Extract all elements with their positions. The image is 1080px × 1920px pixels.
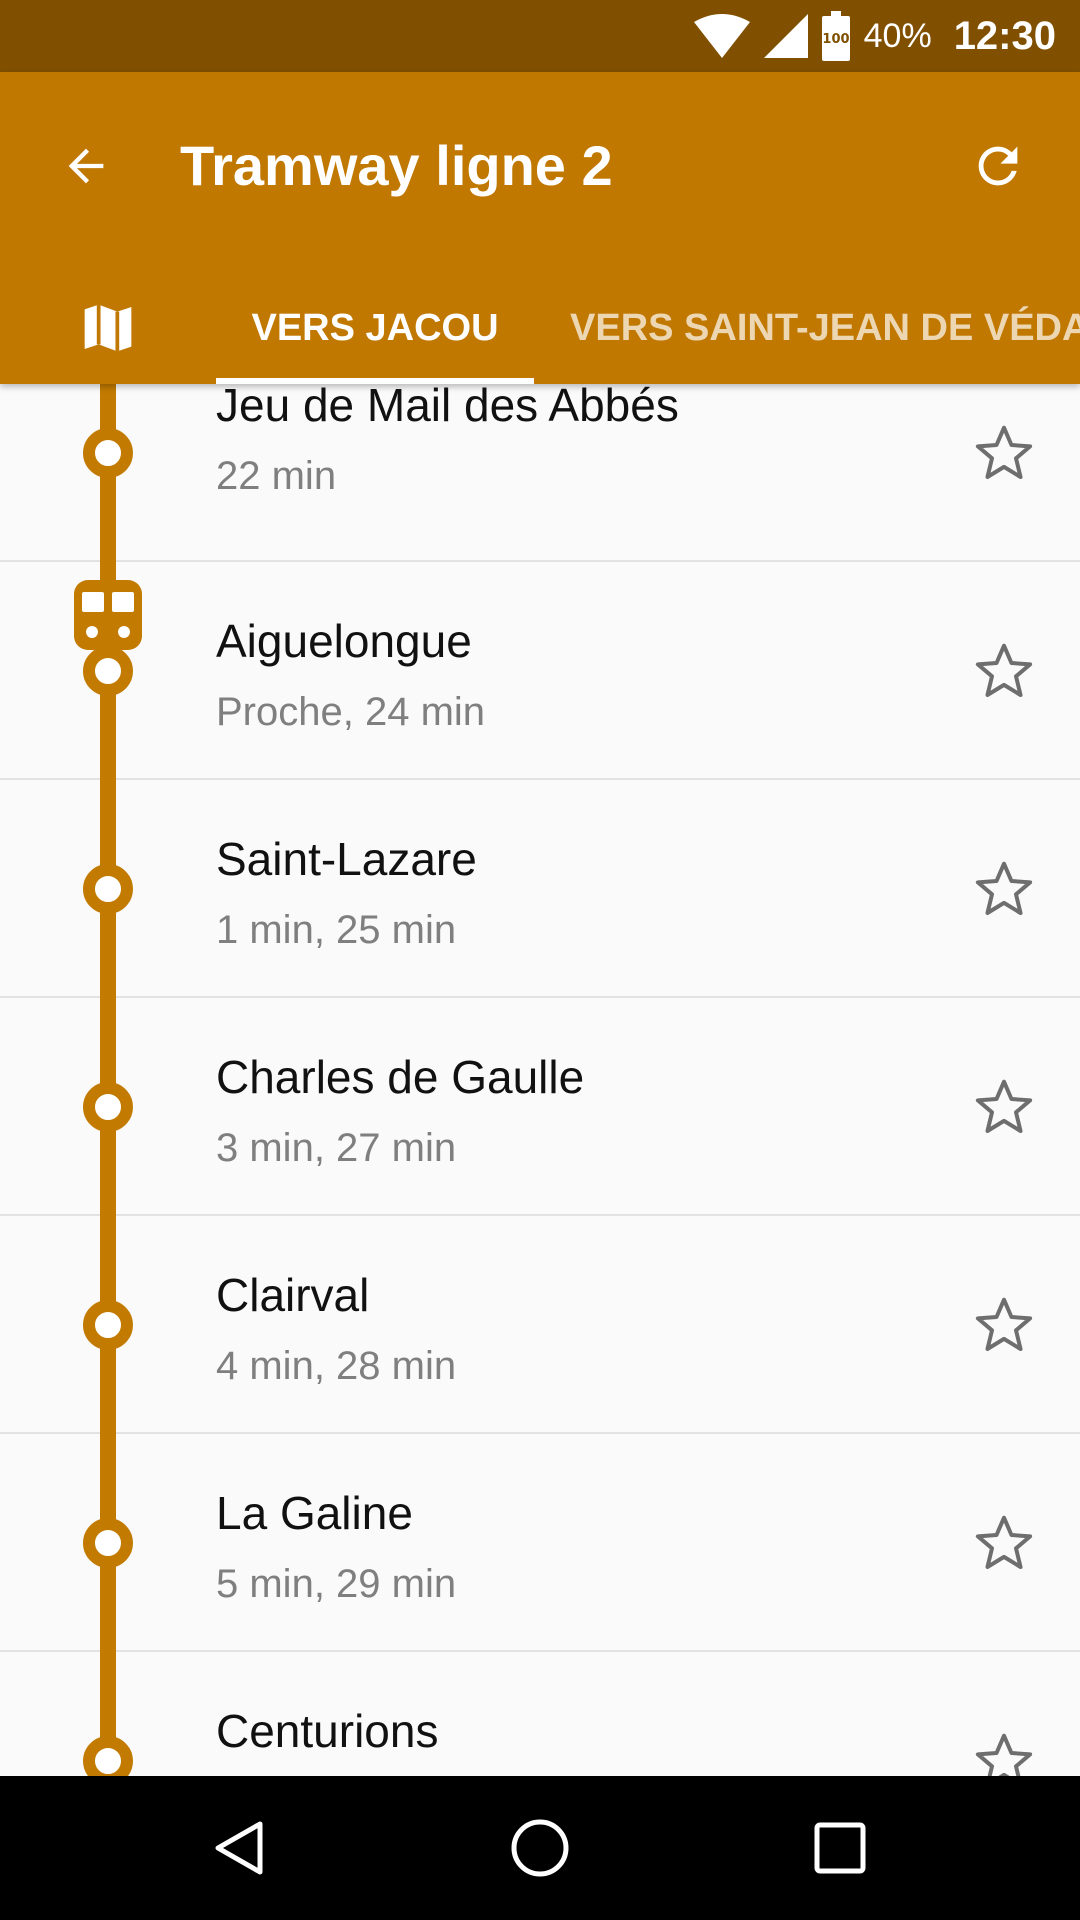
tab-map[interactable] <box>56 290 160 366</box>
star-outline-icon <box>975 861 1033 915</box>
nav-home-icon <box>511 1819 569 1877</box>
stop-name: Centurions <box>216 1705 439 1757</box>
list-item[interactable]: Saint-Lazare 1 min, 25 min <box>0 780 1080 998</box>
stop-times: 5 min, 29 min <box>216 1562 457 1606</box>
list-item[interactable]: Jeu de Mail des Abbés 22 min <box>0 384 1080 562</box>
favorite-button[interactable] <box>964 1285 1044 1365</box>
nav-recents-icon <box>814 1822 866 1874</box>
star-outline-icon <box>975 1297 1033 1351</box>
map-icon <box>84 304 132 352</box>
favorite-button[interactable] <box>964 1503 1044 1583</box>
favorite-button[interactable] <box>964 413 1044 493</box>
stop-name: Clairval <box>216 1269 370 1321</box>
star-outline-icon <box>975 1733 1033 1776</box>
navigation-bar <box>0 1776 1080 1920</box>
star-outline-icon <box>975 1515 1033 1569</box>
page-title: Tramway ligne 2 <box>180 134 613 197</box>
stop-times: 22 min <box>216 454 337 498</box>
stop-name: Aiguelongue <box>216 615 472 667</box>
stop-times: 4 min, 28 min <box>216 1344 457 1388</box>
tab-selected-indicator <box>216 378 534 384</box>
list-item[interactable]: La Galine 5 min, 29 min <box>0 1434 1080 1652</box>
battery-icon: 100 <box>821 11 850 61</box>
stop-marker <box>83 1082 133 1132</box>
stop-list: Jeu de Mail des Abbés 22 min Aiguelongue… <box>0 384 1080 1776</box>
refresh-button[interactable] <box>952 120 1044 212</box>
stop-marker <box>83 864 133 914</box>
nav-home-button[interactable] <box>490 1798 590 1898</box>
nav-back-button[interactable] <box>190 1798 290 1898</box>
stop-marker <box>83 428 133 478</box>
favorite-button[interactable] <box>964 1721 1044 1776</box>
refresh-icon <box>978 146 1018 186</box>
star-outline-icon <box>975 425 1033 479</box>
cell-signal-icon <box>763 14 808 58</box>
favorite-button[interactable] <box>964 849 1044 929</box>
nav-recents-button[interactable] <box>790 1798 890 1898</box>
stop-name: Jeu de Mail des Abbés <box>216 384 679 431</box>
app-bar: Tramway ligne 2 VERS JACOU VERS SAINT-JE… <box>0 72 1080 384</box>
stop-times: 3 min, 27 min <box>216 1126 457 1170</box>
tram-icon <box>74 580 142 650</box>
nav-back-icon <box>215 1821 263 1875</box>
battery-percent: 40% <box>863 16 932 55</box>
tab-vers-jacou[interactable]: VERS JACOU <box>216 272 534 384</box>
star-outline-icon <box>975 1079 1033 1133</box>
back-button[interactable] <box>40 120 132 212</box>
status-icons: 100 40% 12:30 <box>693 0 1056 72</box>
tab-vers-saint-jean[interactable]: VERS SAINT-JEAN DE VÉDA <box>570 272 1080 384</box>
arrow-back-icon <box>68 148 104 184</box>
stop-marker <box>83 1736 133 1776</box>
stop-times: Proche, 24 min <box>216 690 486 734</box>
tab-bar: VERS JACOU VERS SAINT-JEAN DE VÉDA <box>0 272 1080 384</box>
stop-name: Saint-Lazare <box>216 833 477 885</box>
list-item[interactable]: Aiguelongue Proche, 24 min <box>0 562 1080 780</box>
svg-text:100: 100 <box>822 32 849 47</box>
stop-name: La Galine <box>216 1487 413 1539</box>
clock: 12:30 <box>953 13 1056 58</box>
wifi-icon <box>693 14 750 58</box>
status-bar: 100 40% 12:30 <box>0 0 1080 72</box>
favorite-button[interactable] <box>964 1067 1044 1147</box>
list-item[interactable]: Charles de Gaulle 3 min, 27 min <box>0 998 1080 1216</box>
stop-marker <box>83 1300 133 1350</box>
star-outline-icon <box>975 643 1033 697</box>
list-item[interactable]: Centurions <box>0 1652 1080 1776</box>
list-item[interactable]: Clairval 4 min, 28 min <box>0 1216 1080 1434</box>
stop-times: 1 min, 25 min <box>216 908 457 952</box>
stop-marker <box>83 1518 133 1568</box>
favorite-button[interactable] <box>964 631 1044 711</box>
stop-name: Charles de Gaulle <box>216 1051 585 1103</box>
